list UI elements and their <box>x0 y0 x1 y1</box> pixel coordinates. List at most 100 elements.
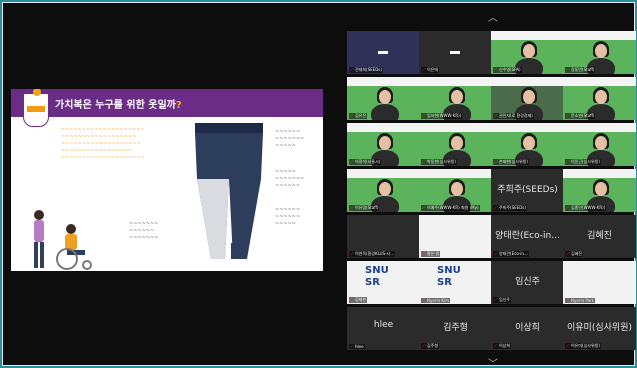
participant-tile[interactable]: 이상희 ⋰이상희 <box>491 307 564 350</box>
participant-face <box>595 136 607 150</box>
participant-tile[interactable]: 김혜진 ⋰김혜진 <box>563 215 636 258</box>
participant-name-text: 홍은 원 <box>427 251 440 256</box>
participant-tile[interactable]: ⋰이은태 <box>419 31 492 74</box>
participant-body <box>371 104 399 120</box>
participant-face <box>379 182 391 196</box>
participant-name-label: ⋰Hyerin Kim <box>421 298 451 303</box>
participant-display-name: 이유미(심사위원) <box>567 323 632 333</box>
virtual-background-banner <box>419 77 492 86</box>
participant-name-text: 전재희(SEEDs) <box>355 67 382 72</box>
mic-muted-icon: ⋰ <box>350 297 354 302</box>
participant-name-label: ⋰이상희 <box>493 343 512 349</box>
participant-tile[interactable]: ⋰이윤근(심사위원) <box>563 123 636 166</box>
participant-face <box>595 44 607 58</box>
participant-tile[interactable]: ⋰신수영(SPA) <box>491 31 564 74</box>
mic-muted-icon: ⋰ <box>494 159 498 164</box>
slide-title-text: 가치복은 누구를 위한 옷일까 <box>55 100 176 111</box>
participant-tile[interactable]: ⋰박동현(심사위원) <box>419 123 492 166</box>
participant-name-text: 양태란(Eco-in... <box>499 251 528 256</box>
participant-tile[interactable]: ⋰이정석(서울시) <box>347 123 420 166</box>
participant-tile[interactable]: 이유미(심사위원) ⋰이유미(심사위원) <box>563 307 636 350</box>
participant-tile[interactable]: ⋰홍은 원 <box>419 215 492 258</box>
participant-name-text: 이예주(WWW-KR) 회원 (My) <box>427 205 479 210</box>
participant-tile[interactable]: ⋰김종민(WWW-KR)) <box>563 169 636 212</box>
participant-tile[interactable]: 김주형 ⋰김주형 <box>419 307 492 350</box>
participant-tile[interactable]: ⋰손재현(심사위원) <box>491 123 564 166</box>
participant-face <box>523 90 535 104</box>
participant-name-text: 김종민(WWW-KR)) <box>571 205 606 210</box>
virtual-background-banner <box>491 77 564 86</box>
participant-tile[interactable]: ⋰문소연(Staff) <box>563 77 636 120</box>
participant-tile[interactable]: SNU SR ⋰Hyerin Kim <box>419 261 492 304</box>
participant-tile[interactable]: ⋰Hyerin Park <box>563 261 636 304</box>
participant-name-label: ⋰이연옥(환경KLUS-사... <box>349 251 396 257</box>
participant-name-label: ⋰Hyerin Park <box>565 298 596 303</box>
participant-name-text: 김주형 <box>427 343 439 348</box>
participant-tile[interactable]: ⋰이연옥(환경KLUS-사... <box>347 215 420 258</box>
badge-crown <box>33 89 41 96</box>
participant-tile[interactable]: 임신주 ⋰임신주 <box>491 261 564 304</box>
participant-name-text: 문소연(Staff) <box>571 113 595 118</box>
chevron-up-icon[interactable]: ︿ <box>488 9 498 24</box>
participant-face <box>523 136 535 150</box>
participant-name-label: ⋰이정석(서울시) <box>349 159 382 165</box>
participant-name-label: ⋰김혜진 <box>565 251 584 257</box>
mic-muted-icon: ⋰ <box>566 67 570 72</box>
meeting-window: 가치복은 누구를 위한 옷일까? ~~~~~~~~~~~~~~~~~~~~ ~~~… <box>2 2 636 368</box>
participant-tile[interactable]: SNU SR ⋰김재한 <box>347 261 420 304</box>
mic-muted-icon: ⋰ <box>350 344 354 349</box>
participant-display-name: 이상희 <box>515 323 540 333</box>
participant-name-label: ⋰김주형 <box>421 343 440 349</box>
participant-face <box>451 136 463 150</box>
participant-tile[interactable]: 양태란(Eco-in... ⋰양태란(Eco-in... <box>491 215 564 258</box>
snu-sr-logo-line2: SR <box>437 277 452 288</box>
participant-tile[interactable]: 주희주(SEEDs) ⋰주희주(SEEDs) <box>491 169 564 212</box>
participant-display-name: 김혜진 <box>587 231 612 241</box>
mic-muted-icon: ⋰ <box>422 113 426 118</box>
participant-face <box>379 136 391 150</box>
participant-name-text: 박동현(심사위원) <box>427 159 456 164</box>
mic-muted-icon: ⋰ <box>350 159 354 164</box>
mic-muted-icon: ⋰ <box>350 205 354 210</box>
participant-name-text: 임신주 <box>499 297 511 302</box>
mic-muted-icon: ⋰ <box>566 251 570 256</box>
mic-muted-icon: ⋰ <box>494 113 498 118</box>
mic-muted-icon: ⋰ <box>566 113 570 118</box>
mic-muted-icon: ⋰ <box>422 251 426 256</box>
participant-tile[interactable]: ⋰김유진 <box>347 77 420 120</box>
participant-tile[interactable]: ⋰임지현(WWW-KR)) <box>419 77 492 120</box>
participant-name-text: 강동민(Staff) <box>571 67 595 72</box>
slide-side-note-1: ~~~~~~ ~~~~~~~ ~~~~~ <box>275 129 305 149</box>
mic-muted-icon: ⋰ <box>350 67 354 72</box>
participant-display-name: 주희주(SEEDs) <box>497 185 558 195</box>
participant-display-name: 양태란(Eco-in... <box>495 231 560 241</box>
shared-screen[interactable]: 가치복은 누구를 위한 옷일까? ~~~~~~~~~~~~~~~~~~~~ ~~~… <box>11 89 323 271</box>
participant-tile[interactable]: ⋰전재희(SEEDs) <box>347 31 420 74</box>
participant-tile[interactable]: ⋰이유림(Staff) <box>347 169 420 212</box>
camera-off-placeholder <box>378 51 388 54</box>
participant-name-text: hlee <box>355 344 364 349</box>
virtual-background-banner <box>419 169 492 178</box>
participant-tile[interactable]: ⋰강동민(Staff) <box>563 31 636 74</box>
virtual-background-banner <box>347 123 420 132</box>
participant-face <box>451 90 463 104</box>
snu-sr-logo-line1: SNU <box>365 265 389 276</box>
participant-name-text: 신수영(SPA) <box>499 67 521 72</box>
participant-tile[interactable]: ⋰이예주(WWW-KR) 회원 (My) <box>419 169 492 212</box>
participant-display-name: 임신주 <box>515 277 540 287</box>
participant-grid: ⋰전재희(SEEDs) ⋰이은태 ⋰신수영(SPA) ⋰강동민(Staff) ⋰김유진 ⋰… <box>347 31 636 353</box>
participant-name-label: ⋰이은태 <box>421 67 440 73</box>
slide-side-note-3: ~~~~~~ ~~~~~~ ~~~~~ <box>275 207 301 227</box>
participant-tile[interactable]: ⋰권민지(로 환경경제) <box>491 77 564 120</box>
participant-name-text: 김혜진 <box>571 251 583 256</box>
participant-name-label: ⋰김유진 <box>349 113 368 119</box>
mic-muted-icon: ⋰ <box>494 251 498 256</box>
virtual-background-banner <box>491 123 564 132</box>
virtual-background-banner <box>347 77 420 86</box>
participant-tile[interactable]: hlee ⋰hlee <box>347 307 420 350</box>
participant-face <box>595 182 607 196</box>
participant-name-text: 김유진 <box>355 113 367 118</box>
participant-face <box>595 90 607 104</box>
chevron-down-icon[interactable]: ﹀ <box>488 355 498 368</box>
slide-side-note-2: ~~~~~ ~~~~~~~ ~~~~~~ <box>275 169 305 189</box>
